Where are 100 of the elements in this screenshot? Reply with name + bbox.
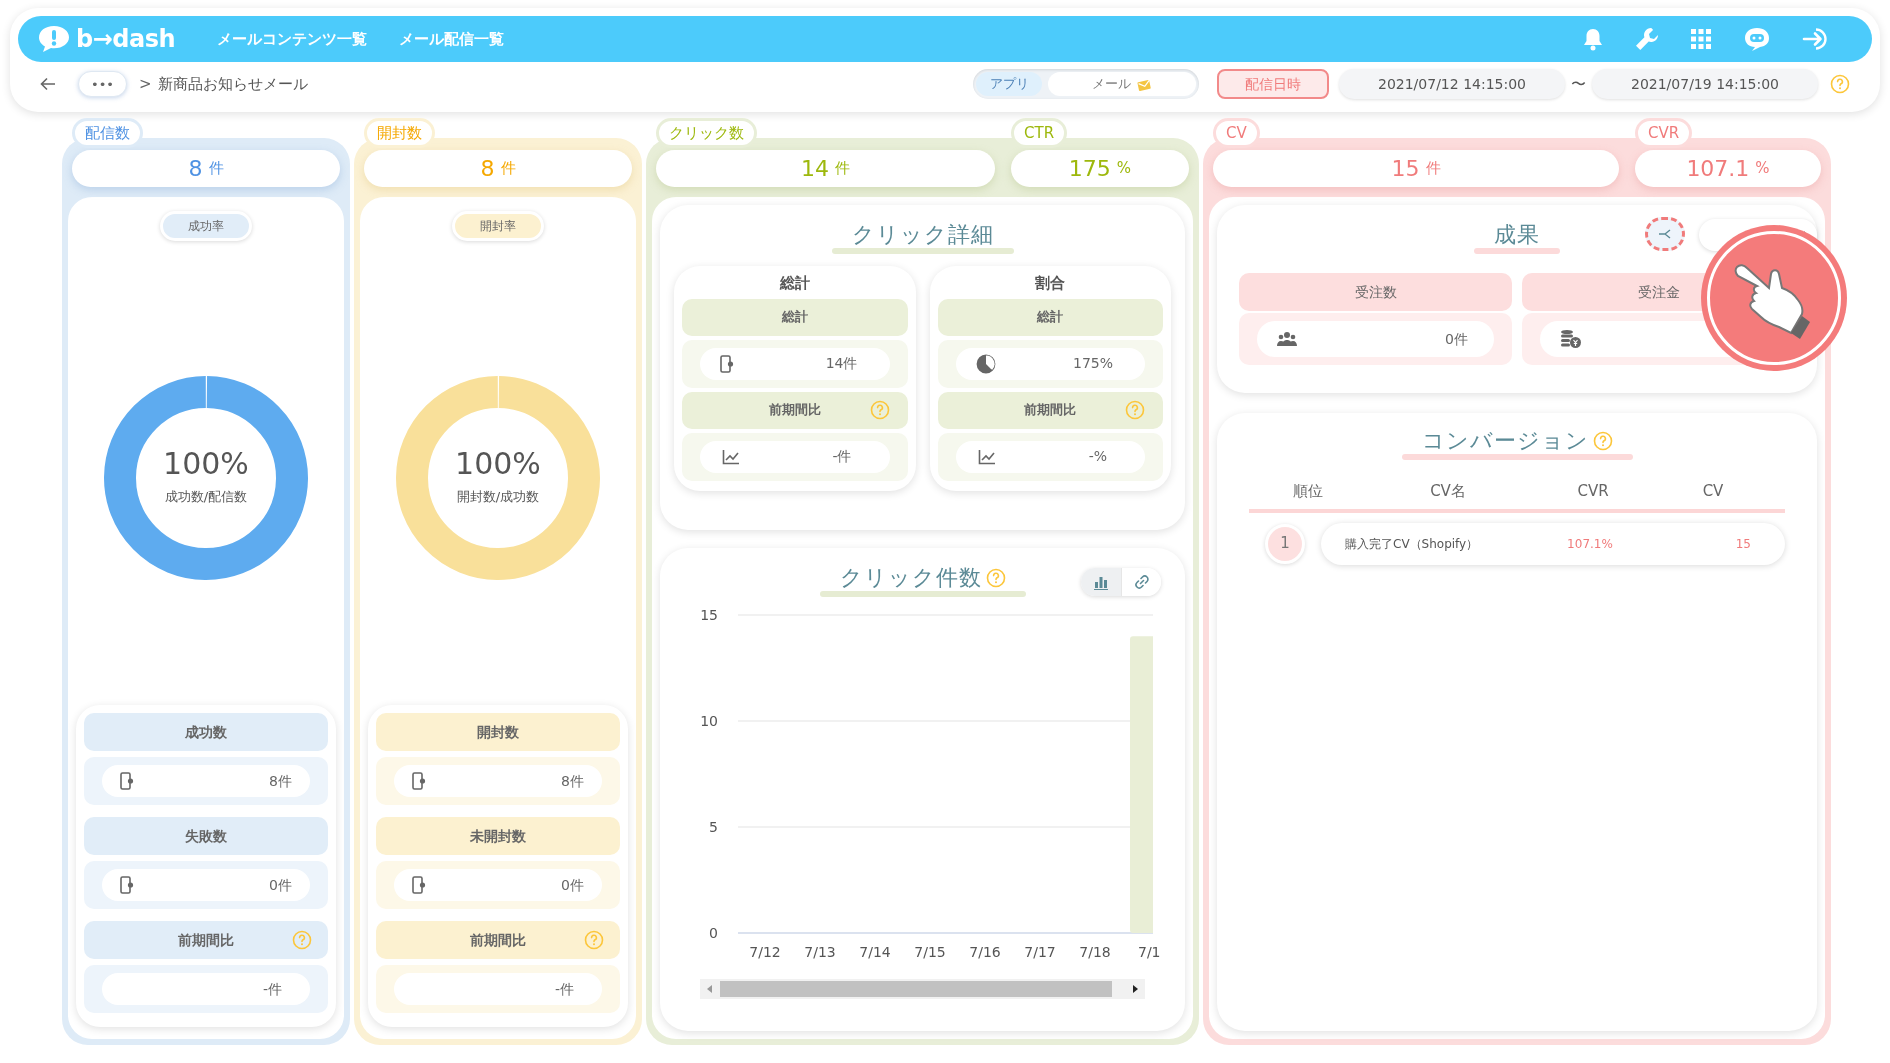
axis-tick-label: 15 [700,607,718,623]
envelope-icon [1136,77,1153,91]
help-icon[interactable] [869,399,890,420]
row-value: -件 [832,447,852,466]
row-header: 受注金 [1637,282,1680,302]
phone-icon [412,772,426,790]
row-value: -% [1088,447,1107,466]
metric-label: CTR [1011,118,1068,148]
help-icon[interactable] [985,568,1006,588]
axis-tick-label: 7/18 [1079,944,1111,960]
row-header: 成功数 [185,722,227,742]
share-icon [1658,228,1672,240]
axis-tick-label: 7/16 [969,944,1001,960]
chart-view-button[interactable] [1081,568,1121,596]
row-value: -件 [554,979,574,999]
row-header: 総計 [781,308,808,327]
section-title: コンバージョン [1421,429,1589,453]
row-header: 未開封数 [470,826,526,846]
rate-label: 成功率 [160,211,252,241]
row-value: 8件 [269,771,292,791]
robot-icon[interactable] [1742,26,1772,52]
start-date-field[interactable]: 2021/07/12 14:15:00 [1339,69,1565,99]
row-header: 総計 [1037,308,1064,327]
axis-tick-label: 7/14 [859,944,891,960]
scrollbar[interactable] [700,979,1145,999]
help-icon[interactable] [292,930,312,950]
breadcrumb-separator: > [139,73,152,95]
group-title: 割合 [1035,273,1066,294]
section-title: クリック件数 [839,566,982,590]
phone-icon [120,876,134,894]
breadcrumb-title: 新商品お知らせメール [157,73,308,95]
row-header: 前期間比 [768,401,821,420]
row-value: -件 [262,979,282,999]
metric-value: 175 % [1011,150,1189,187]
logo-icon [36,24,72,54]
help-icon[interactable] [1125,399,1145,420]
column-header: 順位 [1292,481,1324,502]
section-title: クリック詳細 [851,223,994,247]
table-cell-text: 15 [1735,535,1751,553]
back-arrow-icon[interactable] [40,77,56,91]
bar-chart-icon [1093,574,1109,590]
row-value: 14件 [825,354,858,373]
axis-tick-label: 5 [709,819,718,835]
phone-icon [120,772,134,790]
wrench-icon[interactable] [1634,26,1660,52]
row-value: 0件 [1445,329,1468,349]
group-title: 総計 [779,273,810,294]
axis-tick-label: 7/15 [914,944,946,960]
coins-icon [1560,329,1582,349]
axis-tick-label: 10 [700,713,718,729]
people-icon [1277,331,1297,347]
metric-value: 8 件 [72,150,340,187]
phone-icon [412,876,426,894]
donut-caption: 成功数/配信数 [164,488,248,507]
metric-value: 14 件 [656,150,995,187]
table-row[interactable]: 購入完了CV（Shopify） 107.1% 15 [1321,522,1785,565]
axis-tick-label: 7/17 [1024,944,1056,960]
metric-value: 8 件 [364,150,632,187]
row-header: 受注数 [1354,282,1397,302]
more-button[interactable]: ••• [78,71,127,97]
metric-label: CVR [1635,118,1693,148]
metric-label: 配信数 [72,118,143,148]
section-title: 成果 [1494,223,1540,247]
help-icon[interactable] [1830,74,1850,94]
metric-value: 107.1 % [1635,150,1821,187]
donut-caption: 開封数/成功数 [456,488,540,507]
row-header: 失敗数 [185,826,227,846]
bell-icon[interactable] [1582,27,1604,51]
metric-label: クリック数 [656,118,757,148]
row-header: 開封数 [477,722,519,742]
metric-value: 15 件 [1213,150,1619,187]
table-cell-text: 購入完了CV（Shopify） [1345,535,1480,553]
row-header: 前期間比 [470,930,526,950]
row-value: 0件 [561,875,584,895]
grid-icon[interactable] [1690,28,1712,50]
column-header: CV名 [1429,481,1467,502]
rate-label: 開封率 [452,211,544,241]
end-date-field[interactable]: 2021/07/19 14:15:00 [1592,69,1818,99]
range-separator: 〜 [1571,73,1586,95]
row-value: 8件 [561,771,584,791]
channel-tab[interactable]: アプリ [976,72,1042,96]
help-icon[interactable] [584,930,604,950]
axis-tick-label: 7/12 [749,944,781,960]
row-value: 175% [1072,354,1113,373]
donut-value: 100% [163,449,249,480]
link-icon [1133,574,1150,590]
row-header: 前期間比 [178,930,234,950]
share-button[interactable] [1645,217,1685,251]
axis-tick-label: 7/1 [1138,944,1161,960]
axis-tick-label: 0 [709,925,718,941]
donut-value: 100% [455,449,541,480]
metric-label: CV [1213,118,1260,148]
table-cell-text: 107.1% [1566,535,1614,553]
help-icon[interactable] [1592,431,1613,451]
line-chart-icon [722,448,740,465]
channel-tab[interactable]: メール [1048,72,1196,96]
chart-view-button[interactable] [1121,568,1161,596]
metric-label: 開封数 [364,118,435,148]
row-header: 前期間比 [1024,401,1077,420]
row-value: 0件 [269,875,292,895]
